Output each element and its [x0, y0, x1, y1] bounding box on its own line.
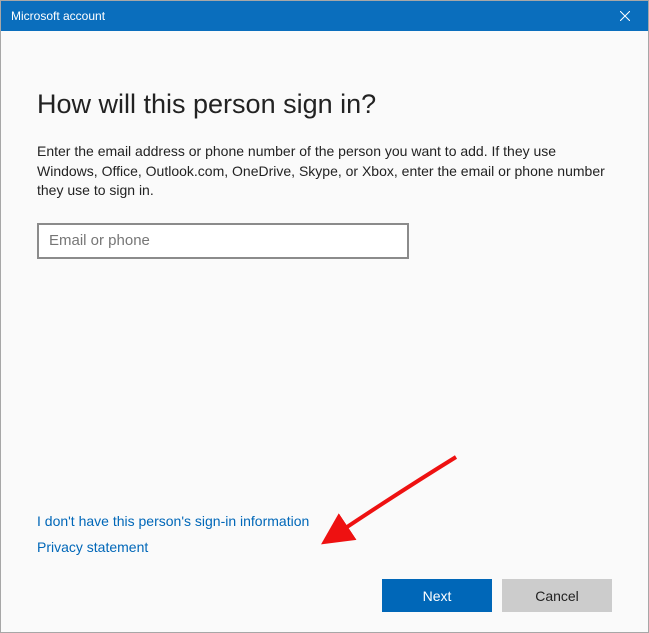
cancel-button[interactable]: Cancel [502, 579, 612, 612]
next-button[interactable]: Next [382, 579, 492, 612]
dialog-window: Microsoft account How will this person s… [0, 0, 649, 633]
titlebar: Microsoft account [1, 1, 648, 31]
titlebar-title: Microsoft account [11, 9, 105, 23]
instructions-text: Enter the email address or phone number … [37, 142, 612, 201]
page-heading: How will this person sign in? [37, 89, 612, 120]
close-button[interactable] [602, 1, 648, 31]
dialog-content: How will this person sign in? Enter the … [1, 31, 648, 632]
no-signin-info-link[interactable]: I don't have this person's sign-in infor… [37, 513, 309, 529]
links-area: I don't have this person's sign-in infor… [37, 513, 612, 565]
privacy-statement-link[interactable]: Privacy statement [37, 539, 148, 555]
button-bar: Next Cancel [37, 579, 612, 632]
close-icon [620, 11, 630, 21]
email-or-phone-input[interactable] [37, 223, 409, 259]
